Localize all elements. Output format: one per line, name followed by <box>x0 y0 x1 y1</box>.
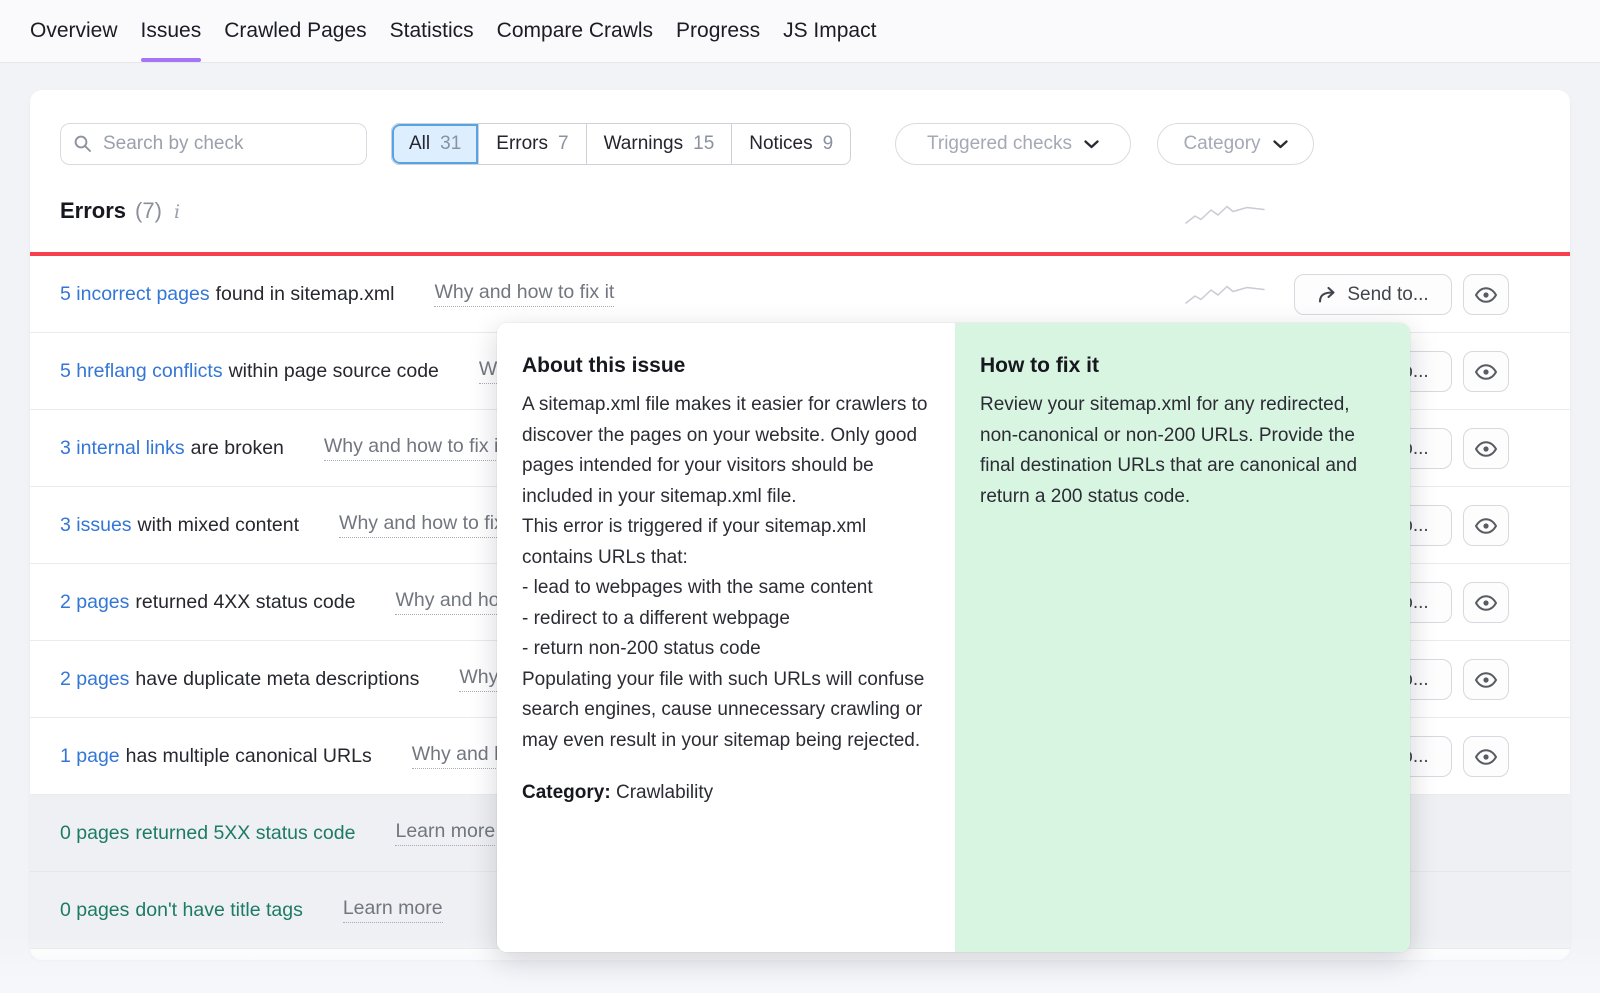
tab-issues[interactable]: Issues <box>141 0 202 62</box>
why-how-to-fix-link[interactable]: Learn more <box>343 897 443 923</box>
category-line: Category: Crawlability <box>522 782 930 804</box>
view-issue-button[interactable] <box>1463 428 1509 469</box>
issue-description: don't have title tags <box>135 899 302 922</box>
tab-js-impact[interactable]: JS Impact <box>783 0 876 62</box>
issue-description: within page source code <box>229 360 439 383</box>
fix-title: How to fix it <box>980 354 1385 378</box>
view-issue-button[interactable] <box>1463 582 1509 623</box>
how-to-fix-panel: How to fix it Review your sitemap.xml fo… <box>955 323 1410 952</box>
issue-description: has multiple canonical URLs <box>126 745 372 768</box>
view-issue-button[interactable] <box>1463 659 1509 700</box>
site-audit-issues-screen: Overview Issues Crawled Pages Statistics… <box>0 0 1600 993</box>
filter-count: 15 <box>693 133 714 155</box>
about-title: About this issue <box>522 354 930 378</box>
tab-label: JS Impact <box>783 19 876 43</box>
issue-count-link[interactable]: 5 incorrect pages <box>60 283 210 306</box>
filter-label: Warnings <box>604 133 684 155</box>
filter-label: Errors <box>496 133 548 155</box>
issue-description: are broken <box>191 437 284 460</box>
send-arrow-icon <box>1317 285 1338 304</box>
fix-body: Review your sitemap.xml for any redirect… <box>980 390 1385 512</box>
tab-label: Overview <box>30 19 118 43</box>
issue-row: 5 incorrect pages found in sitemap.xml W… <box>30 256 1570 333</box>
issue-count-link[interactable]: 3 internal links <box>60 437 185 460</box>
errors-section-header: Errors (7) i <box>60 198 180 224</box>
tab-label: Issues <box>141 19 202 43</box>
errors-trend-sparkline <box>1185 202 1265 228</box>
view-issue-button[interactable] <box>1463 274 1509 315</box>
tab-compare-crawls[interactable]: Compare Crawls <box>497 0 653 62</box>
category-value: Crawlability <box>616 782 713 803</box>
filter-all[interactable]: All 31 <box>392 124 479 164</box>
issue-count-link[interactable]: 0 pages <box>60 899 129 922</box>
tab-crawled-pages[interactable]: Crawled Pages <box>224 0 366 62</box>
filter-label: All <box>409 133 430 155</box>
chevron-down-icon <box>1273 140 1288 149</box>
eye-icon <box>1474 591 1498 615</box>
why-how-to-fix-link[interactable]: Learn more <box>395 820 495 846</box>
active-tab-underline <box>141 58 202 62</box>
filter-label: Notices <box>749 133 812 155</box>
chevron-down-icon <box>1084 140 1099 149</box>
issue-count-link[interactable]: 5 hreflang conflicts <box>60 360 223 383</box>
tab-label: Crawled Pages <box>224 19 366 43</box>
search-input[interactable] <box>60 123 367 165</box>
eye-icon <box>1474 283 1498 307</box>
issue-trend-sparkline <box>1185 282 1265 308</box>
issue-description: returned 5XX status code <box>135 822 355 845</box>
send-to-label: Send to... <box>1347 284 1428 306</box>
issue-description: found in sitemap.xml <box>216 283 395 306</box>
tab-label: Compare Crawls <box>497 19 653 43</box>
filter-count: 7 <box>558 133 569 155</box>
send-to-button[interactable]: Send to... <box>1294 274 1452 315</box>
eye-icon <box>1474 437 1498 461</box>
view-issue-button[interactable] <box>1463 736 1509 777</box>
eye-icon <box>1474 668 1498 692</box>
eye-icon <box>1474 360 1498 384</box>
triggered-checks-dropdown[interactable]: Triggered checks <box>895 123 1131 165</box>
report-tabs-bar: Overview Issues Crawled Pages Statistics… <box>0 0 1600 63</box>
category-dropdown[interactable]: Category <box>1157 123 1314 165</box>
issue-description: returned 4XX status code <box>135 591 355 614</box>
tab-statistics[interactable]: Statistics <box>390 0 474 62</box>
eye-icon <box>1474 514 1498 538</box>
about-body: A sitemap.xml file makes it easier for c… <box>522 390 930 756</box>
filter-count: 9 <box>823 133 834 155</box>
issue-count-link[interactable]: 3 issues <box>60 514 132 537</box>
issue-count-link[interactable]: 2 pages <box>60 591 129 614</box>
dropdown-label: Triggered checks <box>927 133 1072 155</box>
filter-warnings[interactable]: Warnings 15 <box>587 124 733 164</box>
issue-details-popup: About this issue A sitemap.xml file make… <box>497 323 1410 952</box>
search-by-check <box>60 123 367 165</box>
severity-filter: All 31 Errors 7 Warnings 15 Notices 9 <box>391 123 851 165</box>
tab-label: Statistics <box>390 19 474 43</box>
issue-count-link[interactable]: 0 pages <box>60 822 129 845</box>
dropdown-label: Category <box>1183 133 1260 155</box>
why-how-to-fix-link[interactable]: Why and how to fix it <box>339 512 519 538</box>
issue-description: with mixed content <box>138 514 300 537</box>
section-count: (7) <box>135 198 162 224</box>
issue-count-link[interactable]: 2 pages <box>60 668 129 691</box>
issue-description: have duplicate meta descriptions <box>135 668 419 691</box>
section-title: Errors <box>60 198 126 224</box>
view-issue-button[interactable] <box>1463 351 1509 392</box>
why-how-to-fix-link[interactable]: Why and how to fix it <box>324 435 504 461</box>
why-how-to-fix-link[interactable]: Why and how to fix it <box>434 281 614 307</box>
tab-progress[interactable]: Progress <box>676 0 760 62</box>
category-label: Category: <box>522 782 611 803</box>
about-this-issue-panel: About this issue A sitemap.xml file make… <box>497 323 955 952</box>
filter-count: 31 <box>440 133 461 155</box>
view-issue-button[interactable] <box>1463 505 1509 546</box>
filter-errors[interactable]: Errors 7 <box>479 124 586 164</box>
search-icon <box>73 134 93 154</box>
eye-icon <box>1474 745 1498 769</box>
tab-label: Progress <box>676 19 760 43</box>
info-icon[interactable]: i <box>171 201 180 223</box>
filter-notices[interactable]: Notices 9 <box>732 124 850 164</box>
tab-overview[interactable]: Overview <box>30 0 118 62</box>
issue-count-link[interactable]: 1 page <box>60 745 120 768</box>
